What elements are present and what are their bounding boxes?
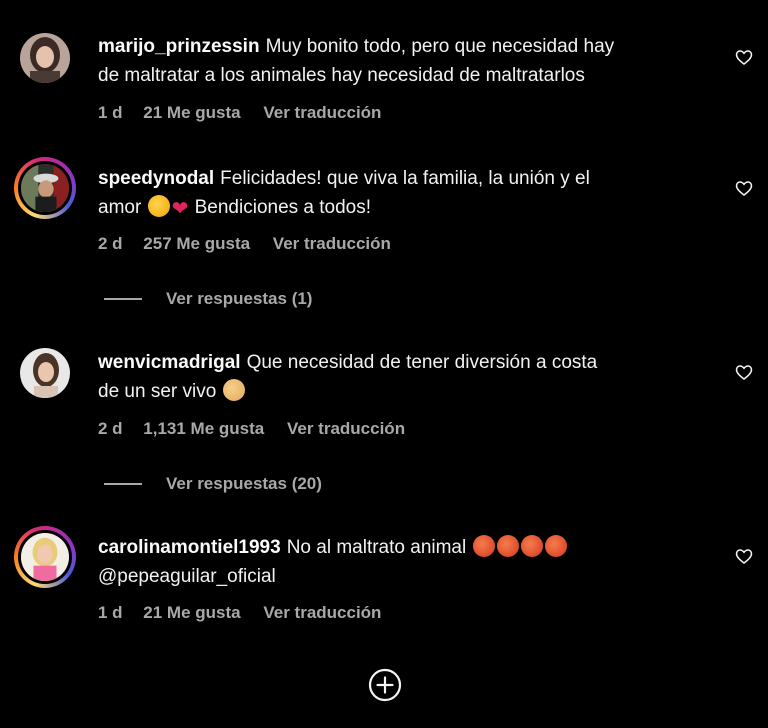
comment-body-line1: Que necesidad de tener diversión a costa <box>246 352 598 373</box>
comment-text: speedynodal Felicidades! que viva la fami… <box>98 164 708 222</box>
view-replies-label[interactable]: Ver respuestas (1) <box>166 289 312 309</box>
translate-link[interactable]: Ver traducción <box>263 103 381 122</box>
comment-meta: 1 d 21 Me gusta Ver traducción <box>98 603 397 623</box>
heart-outline-icon[interactable] <box>734 546 754 566</box>
translate-link[interactable]: Ver traducción <box>263 603 381 622</box>
comment-body-line2: de un ser vivo <box>98 381 217 402</box>
comment-username[interactable]: speedynodal <box>98 168 214 189</box>
heart-on-fire-icon: ❤ <box>171 198 189 220</box>
comment-text: carolinamontiel1993 No al maltrato animal… <box>98 533 708 591</box>
angry-face-icon <box>496 535 519 557</box>
comment-username[interactable]: marijo_prinzessin <box>98 36 260 57</box>
comment-body-line1: Felicidades! que viva la familia, la uni… <box>220 168 590 189</box>
view-replies-button[interactable]: Ver respuestas (20) <box>104 474 322 494</box>
comment-meta: 1 d 21 Me gusta Ver traducción <box>98 103 397 123</box>
comment-body-line1: No al maltrato animal <box>286 537 467 558</box>
heart-outline-icon[interactable] <box>734 362 754 382</box>
comment-meta: 2 d 257 Me gusta Ver traducción <box>98 234 407 254</box>
plus-circle-icon[interactable] <box>368 668 402 702</box>
comment-username[interactable]: wenvicmadrigal <box>98 352 241 373</box>
comment-likes[interactable]: 1,131 Me gusta <box>143 419 264 438</box>
comment-likes[interactable]: 21 Me gusta <box>143 103 240 122</box>
angry-face-icon <box>544 535 567 557</box>
comment-text: wenvicmadrigal Que necesidad de tener div… <box>98 348 708 406</box>
translate-link[interactable]: Ver traducción <box>273 234 391 253</box>
comment-body-line2-suffix: Bendiciones a todos! <box>194 197 372 218</box>
avatar[interactable] <box>14 526 76 588</box>
view-replies-label[interactable]: Ver respuestas (20) <box>166 474 322 494</box>
avatar[interactable] <box>20 33 70 83</box>
comment-time: 2 d <box>98 234 123 253</box>
heart-outline-icon[interactable] <box>734 178 754 198</box>
smiling-face-with-hearts-icon <box>147 195 170 217</box>
comment-likes[interactable]: 21 Me gusta <box>143 603 240 622</box>
comment-body-line2: de maltratar a los animales hay necesida… <box>98 65 585 86</box>
woman-facepalming-icon <box>222 379 245 401</box>
translate-link[interactable]: Ver traducción <box>287 419 405 438</box>
comment-text: marijo_prinzessin Muy bonito todo, pero q… <box>98 32 708 90</box>
comment-username[interactable]: carolinamontiel1993 <box>98 537 281 558</box>
comment-time: 1 d <box>98 103 123 122</box>
comment-body-line2-prefix: amor <box>98 197 142 218</box>
comment-likes[interactable]: 257 Me gusta <box>143 234 250 253</box>
replies-divider <box>104 298 142 300</box>
comment-mention[interactable]: @pepeaguilar_oficial <box>98 566 276 587</box>
angry-face-icon <box>472 535 495 557</box>
avatar[interactable] <box>14 157 76 219</box>
comment-meta: 2 d 1,131 Me gusta Ver traducción <box>98 419 421 439</box>
replies-divider <box>104 483 142 485</box>
comment-time: 1 d <box>98 603 123 622</box>
angry-face-icon <box>520 535 543 557</box>
view-replies-button[interactable]: Ver respuestas (1) <box>104 289 312 309</box>
comment-body-line1: Muy bonito todo, pero que necesidad hay <box>265 36 615 57</box>
avatar[interactable] <box>20 348 70 398</box>
heart-outline-icon[interactable] <box>734 47 754 67</box>
comment-time: 2 d <box>98 419 123 438</box>
